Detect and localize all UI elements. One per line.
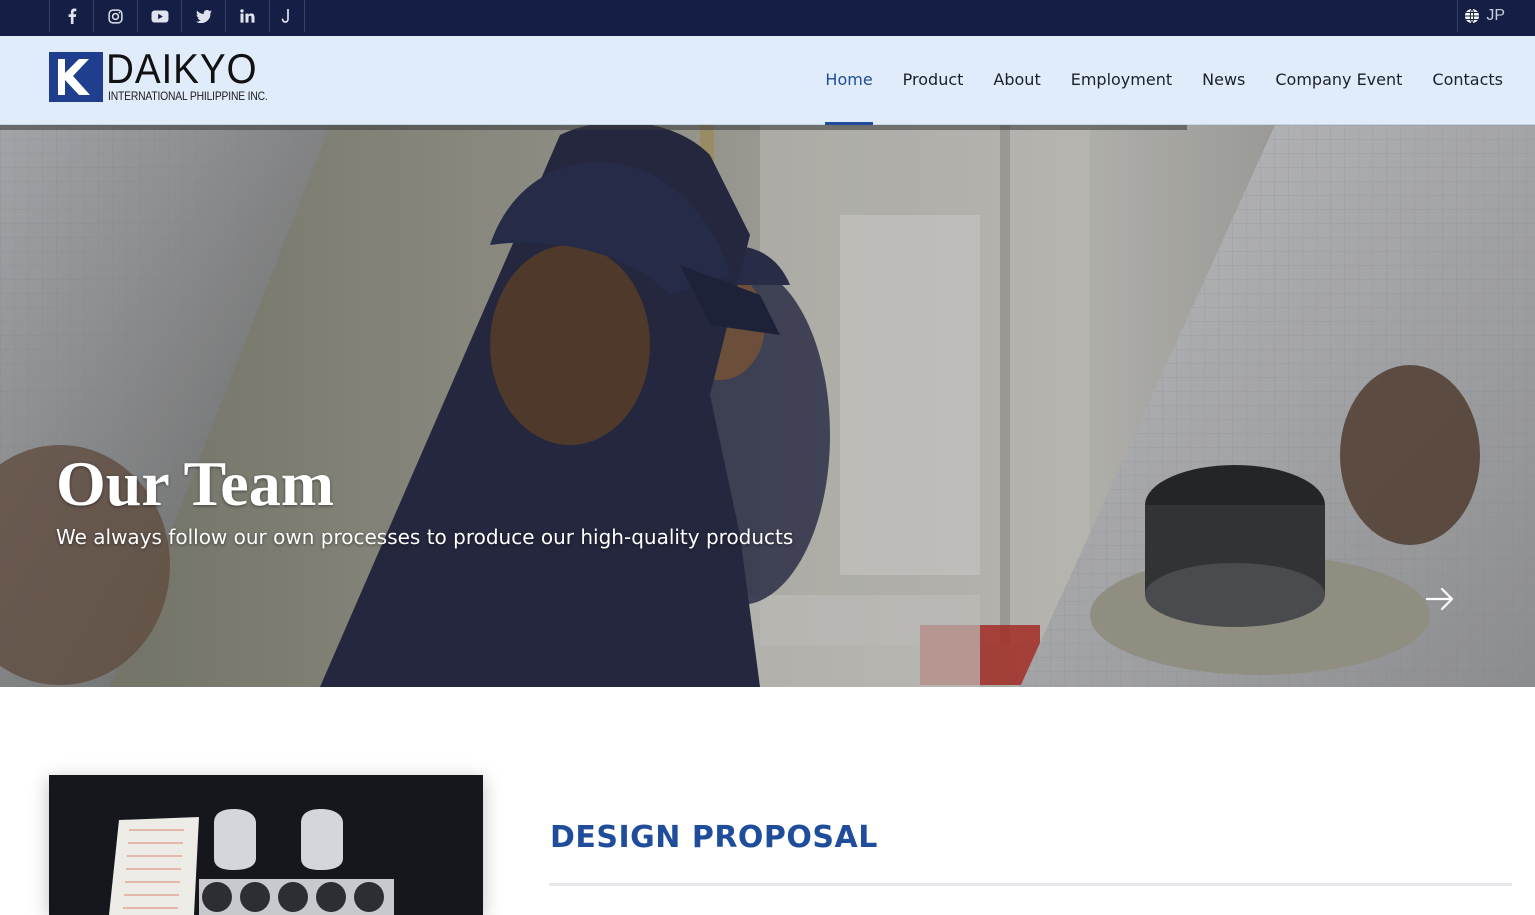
section-title: DESIGN PROPOSAL xyxy=(550,820,878,855)
daikyo-logo-mark xyxy=(49,52,103,102)
facebook-link[interactable] xyxy=(49,0,93,32)
twitter-icon xyxy=(195,9,212,23)
nav-company-event[interactable]: Company Event xyxy=(1260,36,1417,124)
social-links xyxy=(49,0,305,32)
slide-progress-bar xyxy=(0,125,1187,130)
logo-wordmark: DAIKYO xyxy=(106,45,258,92)
main-nav: Home Product About Employment News Compa… xyxy=(810,36,1503,125)
social-topbar: JP xyxy=(0,0,1535,36)
linkedin-icon xyxy=(240,9,255,23)
arrow-right-icon[interactable] xyxy=(1425,586,1455,612)
hero-factory-photo xyxy=(0,125,1535,687)
instagram-link[interactable] xyxy=(93,0,137,32)
twitter-link[interactable] xyxy=(181,0,225,32)
instagram-icon xyxy=(108,8,123,24)
company-logo[interactable]: DAIKYO INTERNATIONAL PHILIPPINE INC. xyxy=(49,45,279,105)
nav-news[interactable]: News xyxy=(1187,36,1260,124)
design-proposal-image xyxy=(49,775,483,915)
hero-slider: Our Team We always follow our own proces… xyxy=(0,125,1535,687)
nav-about[interactable]: About xyxy=(978,36,1055,124)
youtube-link[interactable] xyxy=(137,0,181,32)
hero-subtitle: We always follow our own processes to pr… xyxy=(56,525,794,549)
nav-contacts[interactable]: Contacts xyxy=(1417,36,1503,124)
linkedin-link[interactable] xyxy=(225,0,269,32)
site-header: DAIKYO INTERNATIONAL PHILIPPINE INC. Hom… xyxy=(0,36,1535,125)
tiktok-link[interactable] xyxy=(269,0,305,32)
language-switch[interactable]: JP xyxy=(1457,0,1505,32)
youtube-icon xyxy=(151,10,168,22)
nav-home[interactable]: Home xyxy=(810,36,887,125)
section-divider xyxy=(549,883,1512,886)
hero-title: Our Team xyxy=(56,448,334,519)
facebook-icon xyxy=(68,8,76,24)
logo-subtitle: INTERNATIONAL PHILIPPINE INC. xyxy=(108,89,268,103)
language-label: JP xyxy=(1486,7,1505,24)
tiktok-icon xyxy=(281,8,289,23)
globe-icon xyxy=(1465,8,1480,24)
product-samples-photo xyxy=(49,775,483,915)
nav-employment[interactable]: Employment xyxy=(1056,36,1187,124)
nav-product[interactable]: Product xyxy=(888,36,979,124)
